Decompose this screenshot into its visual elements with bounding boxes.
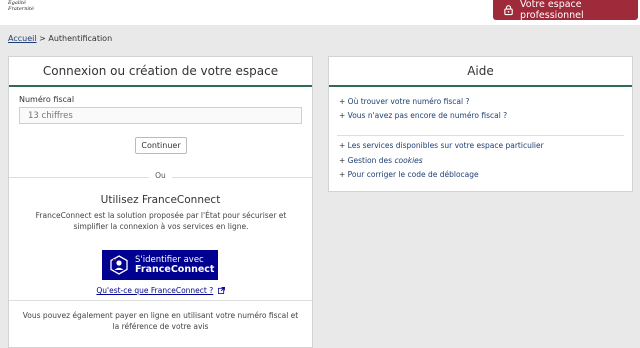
breadcrumb-separator: > [39, 34, 46, 43]
help-panel: Aide + Où trouver votre numéro fiscal ? … [328, 56, 633, 192]
cookies-link-emphasis: cookies [394, 155, 423, 165]
what-is-franceconnect-link[interactable]: Qu'est-ce que FranceConnect ? [96, 286, 213, 295]
franceconnect-logo-icon [110, 255, 128, 275]
franceconnect-description: FranceConnect est la solution proposée p… [35, 211, 287, 231]
top-header: Égalité Fraternité Votre espace professi… [0, 0, 640, 25]
fiscal-number-label: Numéro fiscal [19, 95, 75, 104]
continue-button[interactable]: Continuer [135, 137, 187, 154]
what-is-franceconnect-label: Qu'est-ce que FranceConnect ? [96, 286, 214, 295]
franceconnect-info: Qu'est-ce que FranceConnect ? [9, 286, 312, 295]
help-list-fiscal: + Où trouver votre numéro fiscal ? + Vou… [339, 95, 624, 122]
breadcrumb: Accueil > Authentification [8, 34, 112, 43]
franceconnect-title: Utilisez FranceConnect [100, 194, 221, 206]
login-panel-title: Connexion ou création de votre espace [9, 57, 312, 87]
help-link-no-fiscal-number[interactable]: Vous n'avez pas encore de numéro fiscal … [348, 111, 508, 120]
pay-online-text: Vous pouvez également payer en ligne en … [22, 311, 299, 331]
help-item: + Les services disponibles sur votre esp… [339, 141, 544, 150]
help-list-services: + Les services disponibles sur votre esp… [339, 139, 624, 183]
professional-space-label: Votre espace professionnel [520, 0, 584, 21]
login-panel: Connexion ou création de votre espace Nu… [8, 56, 313, 348]
or-label: Ou [149, 171, 172, 180]
help-item: + Gestion des cookies [339, 155, 423, 165]
help-divider [337, 135, 624, 136]
external-link-icon [217, 287, 225, 294]
franceconnect-button-line2: FranceConnect [135, 264, 215, 275]
or-separator: Ou [9, 171, 312, 180]
professional-space-button[interactable]: Votre espace professionnel [493, 0, 638, 21]
help-panel-title: Aide [329, 57, 632, 87]
help-item: + Vous n'avez pas encore de numéro fisca… [339, 110, 508, 120]
franceconnect-button-text: S'identifier avec FranceConnect [135, 255, 214, 275]
motto-line-2: Fraternité [8, 6, 34, 12]
fiscal-number-input[interactable] [19, 107, 302, 124]
cookies-link-prefix: Gestion des [347, 155, 395, 165]
help-link-unlock-code[interactable]: Pour corriger le code de déblocage [348, 170, 479, 179]
breadcrumb-current: Authentification [48, 34, 113, 43]
republic-motto: Égalité Fraternité [8, 0, 34, 12]
franceconnect-button[interactable]: S'identifier avec FranceConnect [102, 250, 218, 280]
section-divider [9, 300, 312, 301]
help-item: + Où trouver votre numéro fiscal ? [339, 97, 470, 106]
help-item: + Pour corriger le code de déblocage [339, 170, 479, 179]
help-link-cookies[interactable]: Gestion des cookies [348, 156, 423, 165]
lock-icon [504, 5, 513, 16]
help-link-services[interactable]: Les services disponibles sur votre espac… [348, 141, 544, 150]
help-link-find-fiscal-number[interactable]: Où trouver votre numéro fiscal ? [348, 97, 470, 106]
breadcrumb-home-link[interactable]: Accueil [8, 34, 37, 43]
